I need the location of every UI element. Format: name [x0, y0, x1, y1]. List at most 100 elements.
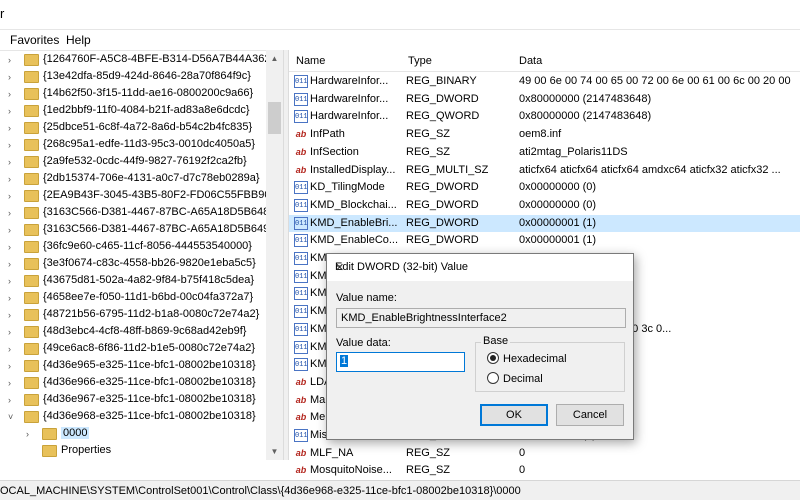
value-row[interactable]: 011 HardwareInfor... REG_DWORD 0x80000000 (… [289, 91, 800, 108]
cancel-button[interactable]: Cancel [556, 404, 624, 426]
expander-icon[interactable] [26, 445, 38, 457]
expander-icon[interactable]: › [8, 173, 20, 185]
close-icon[interactable]: ✕ [335, 261, 625, 274]
tree-item-label: {4d36e966-e325-11ce-bfc1-08002be10318} [43, 376, 256, 388]
expander-icon[interactable]: › [8, 377, 20, 389]
radio-decimal[interactable]: Decimal [487, 372, 543, 385]
value-data: aticfx64 aticfx64 aticfx64 amdxc64 aticf… [519, 163, 781, 176]
tree-item[interactable]: › {48d3ebc4-4cf8-48ff-b869-9c68ad42eb9f} [0, 324, 270, 341]
column-header-data[interactable]: Data [519, 55, 542, 67]
expander-icon[interactable]: › [8, 343, 20, 355]
expander-icon[interactable]: › [8, 207, 20, 219]
value-row[interactable]: ab InfPath REG_SZ oem8.inf [289, 126, 800, 143]
tree-item[interactable]: › {4d36e965-e325-11ce-bfc1-08002be10318} [0, 358, 270, 375]
tree-item[interactable]: › {3e3f0674-c83c-4558-bb26-9820e1eba5c5} [0, 256, 270, 273]
value-row[interactable]: 011 KD_TilingMode REG_DWORD 0x00000000 (0) [289, 179, 800, 196]
tree-item[interactable]: › {3163C566-D381-4467-87BC-A65A18D5B648} [0, 205, 273, 222]
tree-item[interactable]: › {13e42dfa-85d9-424d-8646-28a70f864f9c} [0, 69, 270, 86]
expander-icon[interactable]: ˅ [8, 411, 20, 423]
binary-value-icon: 011 [294, 269, 308, 283]
expander-icon[interactable]: › [8, 326, 20, 338]
value-type: REG_DWORD [406, 92, 479, 105]
expander-icon[interactable]: › [8, 105, 20, 117]
expander-icon[interactable]: › [8, 122, 20, 134]
scroll-up-icon[interactable]: ▲ [266, 50, 283, 67]
expander-icon[interactable]: › [8, 190, 20, 202]
expander-icon[interactable]: › [8, 258, 20, 270]
expander-icon[interactable]: › [8, 54, 20, 66]
tree-item[interactable]: › {2db15374-706e-4131-a0c7-d7c78eb0289a} [0, 171, 270, 188]
expander-icon[interactable]: › [8, 292, 20, 304]
folder-icon [24, 54, 39, 66]
tree-scrollbar[interactable]: ▲ ▼ [266, 50, 283, 460]
expander-icon[interactable]: › [8, 275, 20, 287]
expander-icon[interactable]: › [8, 360, 20, 372]
radio-hex-icon [487, 352, 499, 364]
tree-item[interactable]: › {25dbce51-6c8f-4a72-8a6d-b54c2b4fc835} [0, 120, 270, 137]
expander-icon[interactable]: › [8, 156, 20, 168]
tree-item[interactable]: › {4658ee7e-f050-11d1-b6bd-00c04fa372a7} [0, 290, 270, 307]
expander-icon[interactable]: › [8, 71, 20, 83]
tree-item[interactable]: › {268c95a1-edfe-11d3-95c3-0010dc4050a5} [0, 137, 270, 154]
value-row[interactable]: 011 HardwareInfor... REG_QWORD 0x80000000 (… [289, 108, 800, 125]
binary-value-icon: 011 [294, 252, 308, 265]
expander-icon[interactable]: › [8, 88, 20, 100]
folder-icon [24, 309, 39, 321]
string-value-icon: ab [295, 465, 307, 476]
tree-item[interactable]: › {43675d81-502a-4a82-9f84-b75f418c5dea} [0, 273, 270, 290]
menu-help[interactable]: Help [66, 33, 91, 47]
tree-item[interactable]: › {1264760F-A5C8-4BFE-B314-D56A7B44A362} [0, 52, 274, 69]
folder-icon [24, 139, 39, 151]
value-data-input[interactable]: 1 [336, 352, 465, 372]
tree-item[interactable]: › {4d36e967-e325-11ce-bfc1-08002be10318} [0, 392, 270, 409]
ok-button[interactable]: OK [480, 404, 548, 426]
tree-item[interactable]: › {4d36e966-e325-11ce-bfc1-08002be10318} [0, 375, 270, 392]
value-row[interactable]: ab MLF_NA REG_SZ 0 [289, 445, 800, 462]
value-row[interactable]: ab MosquitoNoise... REG_SZ 0 [289, 462, 800, 479]
tree-item[interactable]: › {48721b56-6795-11d2-b1a8-0080c72e74a2} [0, 307, 270, 324]
tree-item-label: {36fc9e60-c465-11cf-8056-444553540000} [43, 240, 252, 252]
value-row[interactable]: 011 KMD_EnableCo... REG_DWORD 0x00000001 (1… [289, 232, 800, 249]
tree-item[interactable]: › {3163C566-D381-4467-87BC-A65A18D5B649} [0, 222, 273, 239]
tree-item[interactable]: › {1ed2bbf9-11f0-4084-b21f-ad83a8e6dcdc} [0, 103, 270, 120]
scroll-down-icon[interactable]: ▼ [266, 443, 283, 460]
scroll-thumb[interactable] [268, 102, 281, 134]
radio-hexadecimal[interactable]: Hexadecimal [487, 352, 567, 365]
string-value-icon: ab [295, 164, 307, 175]
tree-item[interactable]: › {2a9fe532-0cdc-44f9-9827-76192f2ca2fb} [0, 154, 270, 171]
folder-icon [24, 326, 39, 338]
menu-favorites[interactable]: Favorites [10, 33, 59, 47]
value-name: InfPath [310, 128, 345, 141]
expander-icon[interactable]: › [8, 309, 20, 321]
edit-dword-dialog: Edit DWORD (32-bit) Value ✕ Value name: … [326, 253, 634, 440]
column-header-type[interactable]: Type [408, 55, 432, 67]
tree-item[interactable]: Properties [0, 443, 270, 460]
value-row[interactable]: 011 KMD_Blockchai... REG_DWORD 0x00000000 (… [289, 197, 800, 214]
binary-value-icon: 011 [294, 322, 308, 336]
value-row[interactable]: 011 HardwareInfor... REG_BINARY 49 00 6e 00… [289, 73, 800, 90]
registry-tree[interactable]: › {1264760F-A5C8-4BFE-B314-D56A7B44A362} ›… [0, 50, 283, 460]
tree-item[interactable]: ˅ {4d36e968-e325-11ce-bfc1-08002be10318} [0, 409, 270, 426]
value-data: 0x80000000 (2147483648) [519, 92, 652, 105]
tree-item-label: {25dbce51-6c8f-4a72-8a6d-b54c2b4fc835} [43, 121, 253, 133]
expander-icon[interactable]: › [8, 139, 20, 151]
expander-icon[interactable]: › [26, 428, 38, 440]
expander-icon[interactable]: › [8, 241, 20, 253]
value-row[interactable]: ab InstalledDisplay... REG_MULTI_SZ aticfx6… [289, 162, 800, 179]
tree-item[interactable]: › {2EA9B43F-3045-43B5-80F2-FD06C55FBB90} [0, 188, 274, 205]
tree-item[interactable]: › {36fc9e60-c465-11cf-8056-444553540000} [0, 239, 270, 256]
expander-icon[interactable]: › [8, 394, 20, 406]
value-row[interactable]: ab InfSection REG_SZ ati2mtag_Polaris11DS [289, 144, 800, 161]
tree-item-label: {2db15374-706e-4131-a0c7-d7c78eb0289a} [43, 172, 260, 184]
tree-item-label: {2a9fe532-0cdc-44f9-9827-76192f2ca2fb} [43, 155, 247, 167]
tree-item[interactable]: › {14b62f50-3f15-11dd-ae16-0800200c9a66} [0, 86, 270, 103]
tree-item[interactable]: › {49ce6ac8-6f86-11d2-b1e5-0080c72e74a2} [0, 341, 270, 358]
binary-value-icon: 011 [294, 234, 308, 248]
tree-item-label: {2EA9B43F-3045-43B5-80F2-FD06C55FBB90} [43, 189, 275, 201]
tree-item-label: {3e3f0674-c83c-4558-bb26-9820e1eba5c5} [43, 257, 256, 269]
column-header-name[interactable]: Name [296, 55, 325, 67]
expander-icon[interactable]: › [8, 224, 20, 236]
tree-item[interactable]: › 0000 [0, 426, 270, 443]
folder-icon [24, 275, 39, 287]
value-row[interactable]: 011 KMD_EnableBri... REG_DWORD 0x00000001 (… [289, 214, 800, 232]
